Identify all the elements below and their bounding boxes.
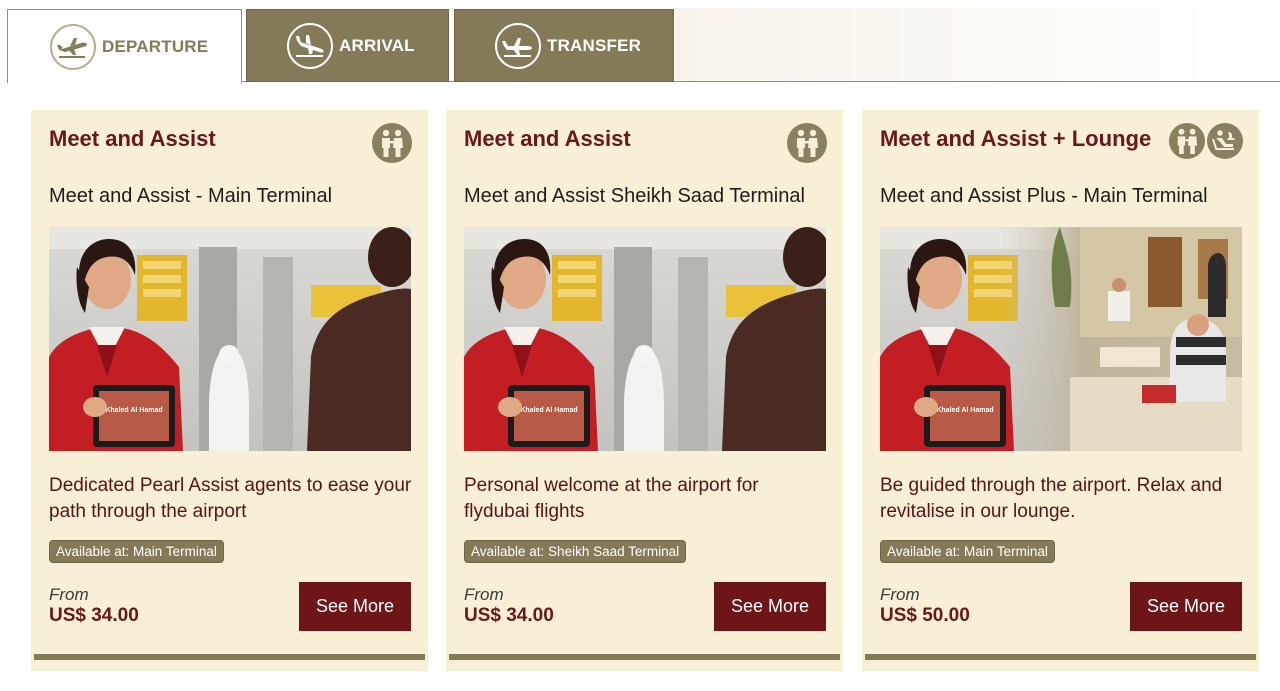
photo-tablet-text: Khaled Al Hamad — [105, 407, 162, 414]
price-from-label: From — [464, 585, 504, 604]
tab-departure-label: DEPARTURE — [102, 36, 209, 56]
card-description: Dedicated Pearl Assist agents to ease yo… — [49, 475, 412, 522]
card-title: Meet and Assist — [49, 126, 216, 151]
price-from-label: From — [49, 585, 89, 604]
plane-transfer-icon — [495, 22, 541, 69]
card-description: Personal welcome at the airport for flyd… — [464, 475, 759, 522]
card-description: Be guided through the airport. Relax and… — [880, 475, 1223, 522]
service-card: Meet and Assist Meet and Assist Sheikh S… — [446, 110, 843, 671]
availability-badge: Available at: Sheikh Saad Terminal — [464, 540, 687, 563]
see-more-button[interactable]: See More — [1130, 582, 1242, 631]
tab-transfer-label: TRANSFER — [547, 35, 642, 55]
service-photo: Khaled Al Hamad — [464, 227, 826, 451]
card-subtitle: Meet and Assist Sheikh Saad Terminal — [464, 185, 805, 207]
card-service-icons — [372, 123, 412, 163]
card-service-icons — [787, 123, 827, 163]
price-value: US$ 34.00 — [49, 605, 139, 626]
card-title: Meet and Assist + Lounge — [880, 126, 1152, 151]
tab-transfer[interactable]: TRANSFER — [454, 9, 674, 82]
tabbar-background — [675, 8, 1280, 81]
tab-departure[interactable]: DEPARTURE — [7, 9, 242, 83]
card-bottom-bar — [34, 654, 425, 660]
see-more-button[interactable]: See More — [714, 582, 826, 631]
card-service-icons — [1169, 123, 1243, 159]
tab-arrival-label: ARRIVAL — [339, 35, 415, 55]
price-value: US$ 50.00 — [880, 605, 970, 626]
plane-departure-icon — [50, 23, 96, 70]
meet-assist-icon — [787, 123, 827, 163]
lounge-icon — [1207, 123, 1243, 159]
meet-assist-icon — [372, 123, 412, 163]
photo-tablet-text: Khaled Al Hamad — [520, 407, 577, 414]
service-photo: Khaled Al Hamad — [880, 227, 1242, 451]
service-tabs: DEPARTURE ARRIVAL TRANSFER — [0, 0, 1280, 83]
card-subtitle: Meet and Assist - Main Terminal — [49, 185, 333, 207]
card-bottom-bar — [865, 654, 1256, 660]
price-value: US$ 34.00 — [464, 605, 554, 626]
card-bottom-bar — [449, 654, 840, 660]
card-title: Meet and Assist — [464, 126, 631, 151]
meet-assist-icon — [1169, 123, 1205, 159]
service-card: Meet and Assist Meet and Assist - Main T… — [31, 110, 428, 671]
availability-badge: Available at: Main Terminal — [49, 540, 224, 563]
price-from-label: From — [880, 585, 920, 604]
photo-tablet-text: Khaled Al Hamad — [936, 407, 993, 414]
plane-arrival-icon — [287, 22, 333, 69]
see-more-button[interactable]: See More — [299, 582, 411, 631]
card-subtitle: Meet and Assist Plus - Main Terminal — [880, 185, 1208, 207]
availability-badge: Available at: Main Terminal — [880, 540, 1055, 563]
service-photo: Khaled Al Hamad — [49, 227, 411, 451]
service-card: Meet and Assist + Lounge Meet and Assist… — [862, 110, 1259, 671]
tab-arrival[interactable]: ARRIVAL — [246, 9, 449, 82]
